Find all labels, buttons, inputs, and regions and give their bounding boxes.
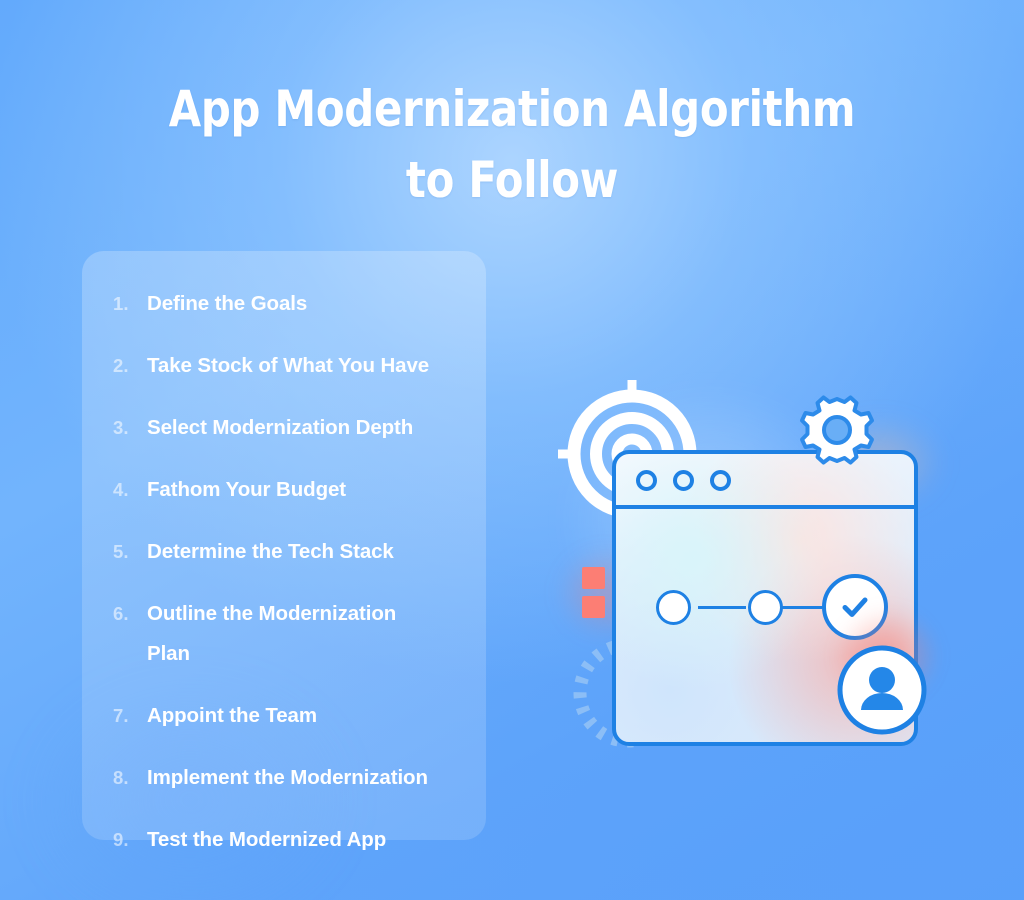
list-item-label: Test the Modernized App (147, 828, 387, 851)
list-item: 7. Appoint the Team (113, 696, 472, 736)
list-item-label: Select Modernization Depth (147, 416, 414, 439)
app-modernization-illustration (536, 378, 970, 778)
progress-node-icon (656, 590, 691, 625)
list-item-number: 6. (113, 603, 129, 624)
list-item: 6. Outline the Modernization Plan (113, 594, 472, 674)
list-item-number: 1. (113, 293, 129, 314)
list-item-label: Implement the Modernization (147, 766, 428, 789)
list-item: 4. Fathom Your Budget (113, 470, 472, 510)
page-title-line-2: to Follow (405, 151, 619, 209)
list-item-label: Fathom Your Budget (147, 478, 347, 501)
red-square-icon (582, 567, 605, 589)
list-item: 8. Implement the Modernization (113, 758, 472, 798)
gear-icon (800, 395, 874, 465)
list-item-number: 2. (113, 355, 129, 376)
list-item-label: Take Stock of What You Have (147, 354, 430, 377)
list-item: 3. Select Modernization Depth (113, 408, 472, 448)
list-item-label: Appoint the Team (147, 704, 317, 727)
list-item-number: 8. (113, 767, 129, 788)
list-item-label: Define the Goals (147, 292, 308, 315)
list-item-number: 3. (113, 417, 129, 438)
list-item-number: 9. (113, 829, 129, 850)
list-item: 2. Take Stock of What You Have (113, 346, 472, 386)
list-item: 1. Define the Goals (113, 284, 472, 324)
list-item: 5. Determine the Tech Stack (113, 532, 472, 572)
progress-node-icon (748, 590, 783, 625)
list-item-label: Outline the Modernization Plan (147, 602, 397, 665)
window-dot-icon (673, 470, 694, 491)
steps-list: 1. Define the Goals 2. Take Stock of Wha… (113, 284, 472, 860)
list-item-number: 7. (113, 705, 129, 726)
list-item: 9. Test the Modernized App (113, 820, 472, 860)
list-item-number: 4. (113, 479, 129, 500)
list-item-label: Determine the Tech Stack (147, 540, 394, 563)
list-item-number: 5. (113, 541, 129, 562)
poster-canvas: App Modernization Algorithm to Follow 1.… (0, 0, 1024, 900)
window-dot-icon (710, 470, 731, 491)
progress-connector (698, 606, 746, 609)
steps-card: 1. Define the Goals 2. Take Stock of Wha… (82, 251, 486, 851)
user-avatar-icon (837, 645, 927, 735)
page-title: App Modernization Algorithm to Follow (36, 74, 988, 216)
window-dot-icon (636, 470, 657, 491)
page-title-line-1: App Modernization Algorithm (168, 80, 856, 138)
red-square-icon (582, 596, 605, 618)
